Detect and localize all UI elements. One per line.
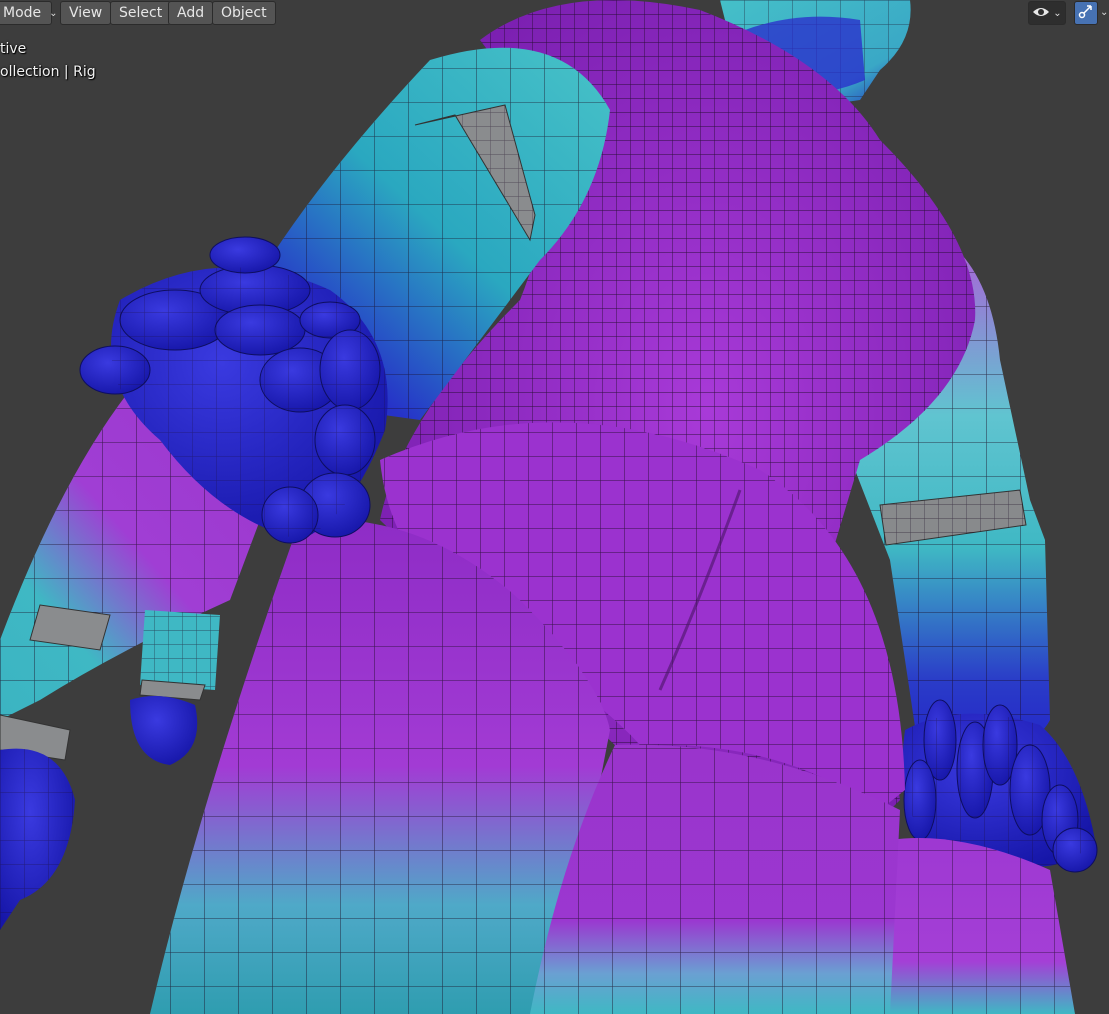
chevron-down-icon: ⌄ bbox=[49, 7, 58, 19]
gizmo-icon bbox=[1078, 3, 1094, 23]
chevron-down-icon[interactable]: ⌄ bbox=[1100, 7, 1108, 18]
eye-icon bbox=[1032, 4, 1050, 23]
3d-viewport[interactable]: Mode ⌄ View Select Add Object ⌄ ⌄ tive o… bbox=[0, 0, 1109, 1014]
select-menu[interactable]: Select bbox=[110, 1, 172, 25]
visibility-dropdown[interactable]: ⌄ bbox=[1028, 1, 1066, 25]
object-menu[interactable]: Object bbox=[212, 1, 276, 25]
mode-dropdown[interactable]: Mode ⌄ bbox=[0, 1, 58, 25]
mode-label: Mode bbox=[3, 5, 42, 21]
chevron-down-icon: ⌄ bbox=[1053, 7, 1062, 19]
finger-stub bbox=[130, 610, 220, 765]
left-lower-hand bbox=[0, 748, 75, 930]
viewport-header: Mode ⌄ View Select Add Object ⌄ ⌄ bbox=[0, 0, 1109, 26]
add-menu[interactable]: Add bbox=[168, 1, 214, 25]
view-menu[interactable]: View bbox=[60, 1, 112, 25]
viewport-info-line-2: ollection | Rig bbox=[0, 64, 96, 80]
character-model-render[interactable] bbox=[0, 0, 1109, 1014]
viewport-info-line-1: tive bbox=[0, 41, 27, 57]
gizmo-toggle[interactable] bbox=[1074, 1, 1098, 25]
